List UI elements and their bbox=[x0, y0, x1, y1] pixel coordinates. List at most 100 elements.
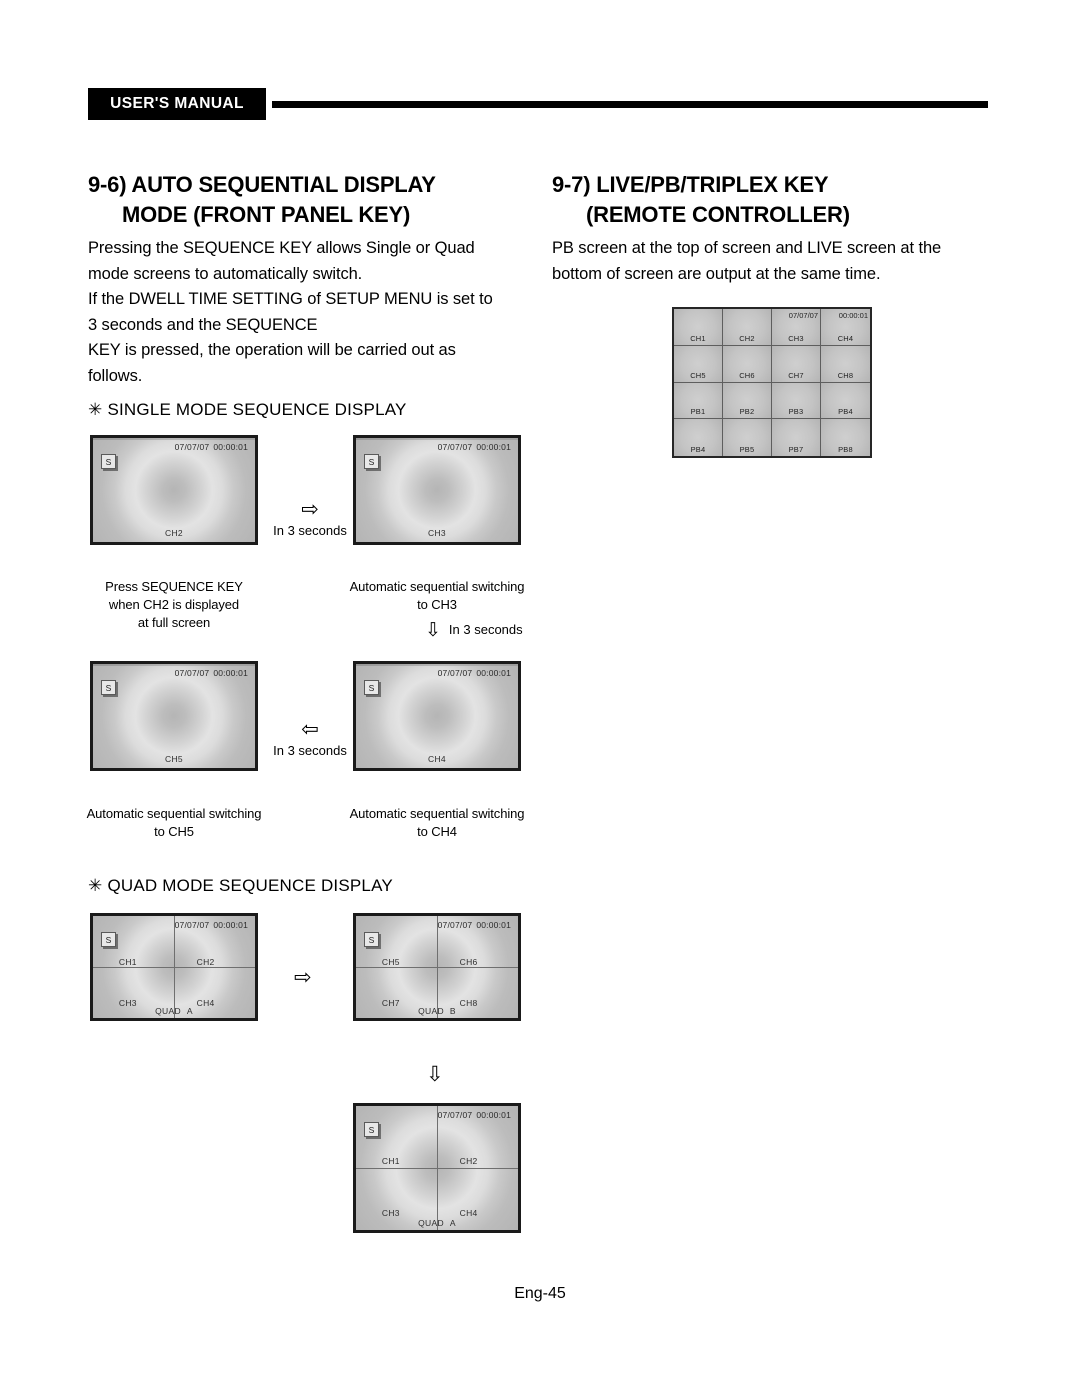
triplex-stamp-date: 07/07/07 bbox=[788, 311, 818, 320]
arrow-right-icon: ⇨ bbox=[301, 498, 319, 521]
screen-channel-label: CH5 bbox=[165, 754, 183, 764]
manual-tag: USER'S MANUAL bbox=[88, 88, 266, 120]
triplex-stamp-time: 00:00:01 bbox=[838, 311, 868, 320]
quad-cell-label: CH5 bbox=[381, 956, 400, 967]
triplex-cell-label: CH4 bbox=[837, 333, 854, 343]
triplex-cell-label: PB3 bbox=[788, 407, 804, 417]
timestamp-time: 00:00:01 bbox=[476, 1110, 511, 1120]
screen-gradient bbox=[93, 438, 255, 542]
screen-timestamp: 07/07/07 00:00:01 bbox=[175, 920, 248, 930]
timestamp-date: 07/07/07 bbox=[437, 668, 473, 678]
screen-timestamp: 07/07/07 00:00:01 bbox=[438, 668, 511, 678]
arrow-down-icon: ⇩ bbox=[426, 1063, 444, 1086]
arrow-down-quad: ⇩ bbox=[426, 1063, 444, 1087]
sequence-badge-icon: S bbox=[101, 454, 116, 469]
quad-mode-prefix: QUAD bbox=[418, 1218, 444, 1228]
arrow-down-icon: ⇩ bbox=[425, 620, 441, 641]
sequence-badge-icon: S bbox=[364, 454, 379, 469]
triplex-cell-label: PB5 bbox=[739, 445, 755, 454]
single-mode-heading-label: SINGLE MODE SEQUENCE DISPLAY bbox=[107, 400, 407, 419]
arrow-right-3s: ⇨ In 3 seconds bbox=[255, 498, 365, 539]
timestamp-time: 00:00:01 bbox=[213, 442, 248, 452]
caption-switch-ch3: Automatic sequential switching to CH3 bbox=[340, 578, 534, 614]
section-9-6-body: Pressing the SEQUENCE KEY allows Single … bbox=[88, 236, 528, 389]
screen-timestamp: 07/07/07 00:00:01 bbox=[175, 442, 248, 452]
screen-channel-label: CH2 bbox=[165, 528, 183, 538]
body-line: bottom of screen are output at the same … bbox=[552, 264, 881, 283]
right-column: 9-7) LIVE/PB/TRIPLEX KEY (REMOTE CONTROL… bbox=[552, 170, 992, 287]
triplex-cell: CH7 bbox=[772, 345, 821, 383]
arrow-right-icon: ⇨ bbox=[294, 966, 312, 989]
screen-topbar bbox=[93, 438, 255, 440]
caption-line: Automatic sequential switching bbox=[349, 579, 525, 594]
quad-mode-prefix: QUAD bbox=[418, 1006, 444, 1016]
quad-mode-label: QUAD A bbox=[356, 1218, 518, 1228]
quad-mode-label: QUAD A bbox=[93, 1006, 255, 1016]
triplex-cell: CH1 bbox=[674, 309, 723, 346]
single-screen-ch4: 07/07/07 00:00:01 S CH4 bbox=[353, 661, 521, 771]
triplex-cell-label: CH8 bbox=[837, 370, 854, 380]
triplex-cell-label: CH7 bbox=[788, 370, 804, 380]
screen-timestamp: 07/07/07 00:00:01 bbox=[175, 668, 248, 678]
timestamp-date: 07/07/07 bbox=[437, 920, 473, 930]
triplex-cell: PB7 bbox=[772, 419, 821, 456]
caption-press-sequence: Press SEQUENCE KEY when CH2 is displayed… bbox=[90, 578, 258, 632]
body-line: KEY is pressed, the operation will be ca… bbox=[88, 341, 456, 359]
timestamp-time: 00:00:01 bbox=[213, 668, 248, 678]
page-header: USER'S MANUAL bbox=[88, 88, 988, 124]
triplex-cell-label: PB8 bbox=[838, 445, 853, 454]
quad-mode-prefix: QUAD bbox=[155, 1006, 181, 1016]
caption-line: when CH2 is displayed bbox=[108, 597, 240, 612]
triplex-cell-label: PB2 bbox=[739, 407, 755, 417]
screen-topbar bbox=[93, 664, 255, 666]
screen-gradient bbox=[93, 664, 255, 768]
page-footer: Eng-45 bbox=[514, 1285, 566, 1302]
dwell-label: In 3 seconds bbox=[273, 523, 347, 538]
timestamp-time: 00:00:01 bbox=[476, 920, 511, 930]
triplex-cell: PB2 bbox=[723, 382, 772, 420]
quad-mode-label: QUAD B bbox=[356, 1006, 518, 1016]
caption-line: to CH3 bbox=[417, 597, 457, 612]
quad-cell-label: CH6 bbox=[459, 956, 478, 967]
single-mode-heading: ✳ SINGLE MODE SEQUENCE DISPLAY bbox=[88, 399, 407, 421]
quad-mode-letter: A bbox=[186, 1006, 193, 1016]
triplex-cell-label: PB4 bbox=[690, 445, 706, 454]
section-9-7-body: PB screen at the top of screen and LIVE … bbox=[552, 236, 992, 287]
caption-line: Automatic sequential switching bbox=[86, 806, 262, 821]
timestamp-time: 00:00:01 bbox=[476, 668, 511, 678]
arrow-down-3s-top: ⇩ In 3 seconds bbox=[425, 620, 523, 641]
section-title-9-7: 9-7) LIVE/PB/TRIPLEX KEY (REMOTE CONTROL… bbox=[552, 170, 992, 230]
arrow-left-3s: ⇦ In 3 seconds bbox=[255, 718, 365, 759]
triplex-cell: PB4 bbox=[674, 419, 723, 456]
screen-gradient bbox=[356, 438, 518, 542]
triplex-cell: 00:00:01 CH4 bbox=[821, 309, 870, 346]
body-line: 3 seconds and the SEQUENCE bbox=[88, 315, 318, 334]
single-screen-ch2: 07/07/07 00:00:01 S CH2 bbox=[90, 435, 258, 545]
timestamp-date: 07/07/07 bbox=[174, 920, 210, 930]
triplex-cell: 07/07/07 CH3 bbox=[772, 309, 821, 346]
quad-divider-horizontal bbox=[356, 1168, 518, 1169]
single-screen-ch5: 07/07/07 00:00:01 S CH5 bbox=[90, 661, 258, 771]
screen-channel-label: CH3 bbox=[428, 528, 446, 538]
quad-screen-b: 07/07/07 00:00:01 S CH5 CH6 CH7 CH8 QUAD B bbox=[353, 913, 521, 1021]
quad-cell-label: CH1 bbox=[118, 956, 137, 967]
triplex-cell: PB3 bbox=[772, 382, 821, 420]
quad-cell-label: CH2 bbox=[196, 956, 215, 967]
triplex-cell: PB5 bbox=[723, 419, 772, 456]
sequence-badge-icon: S bbox=[101, 680, 116, 695]
triplex-cell: CH2 bbox=[723, 309, 772, 346]
caption-line: Automatic sequential switching bbox=[349, 806, 525, 821]
asterisk-icon: ✳ bbox=[88, 876, 103, 895]
screen-topbar bbox=[356, 438, 518, 440]
triplex-cell-label: CH2 bbox=[739, 333, 755, 343]
screen-gradient bbox=[356, 664, 518, 768]
dwell-label: In 3 seconds bbox=[273, 743, 347, 758]
triplex-cell-label: PB4 bbox=[838, 407, 853, 417]
timestamp-time: 00:00:01 bbox=[476, 442, 511, 452]
section-title-9-6: 9-6) AUTO SEQUENTIAL DISPLAY MODE (FRONT… bbox=[88, 170, 528, 230]
screen-timestamp: 07/07/07 00:00:01 bbox=[438, 1110, 511, 1120]
screen-channel-label: CH4 bbox=[428, 754, 446, 764]
body-line: If the DWELL TIME SETTING of SETUP MENU … bbox=[88, 290, 493, 308]
triplex-cell-label: CH6 bbox=[739, 370, 755, 380]
arrow-right-quad: ⇨ bbox=[294, 966, 312, 990]
